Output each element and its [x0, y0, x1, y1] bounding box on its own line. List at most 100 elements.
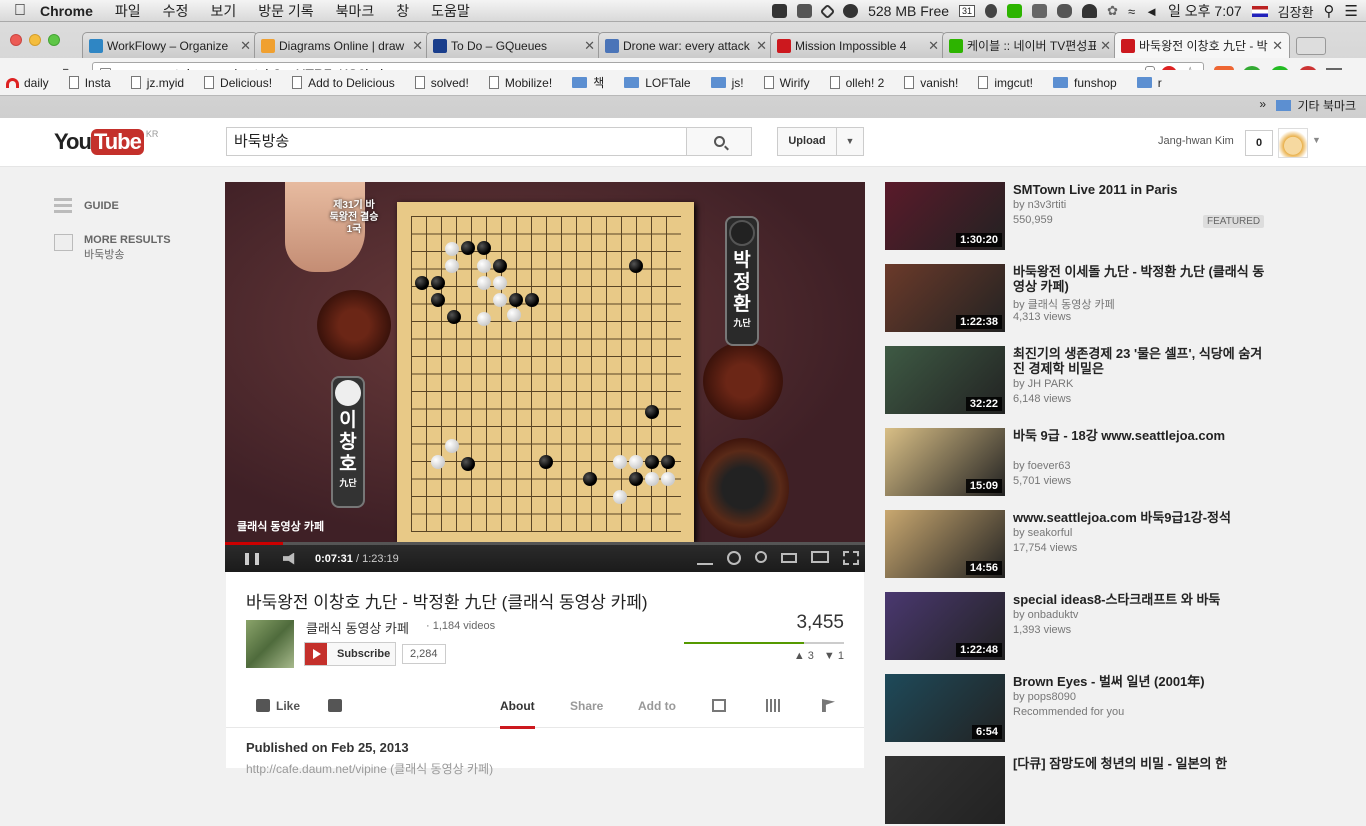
status-window-icon[interactable] — [797, 4, 813, 18]
channel-video-count[interactable]: · 1,184 videos — [426, 620, 495, 632]
menu-help[interactable]: 도움말 — [431, 1, 470, 21]
more-results-link[interactable]: MORE RESULTS 바둑방송 — [54, 234, 171, 262]
evernote-icon[interactable] — [1007, 4, 1023, 18]
menu-edit[interactable]: 수정 — [163, 1, 189, 21]
watch-later-icon[interactable] — [755, 551, 767, 563]
video-thumbnail[interactable]: 1:22:38 — [885, 264, 1005, 332]
tab-close-icon[interactable]: ✕ — [1100, 38, 1111, 54]
tab-close-icon[interactable]: ✕ — [756, 38, 767, 54]
volume-icon[interactable]: ◄ — [1145, 4, 1158, 19]
menu-window[interactable]: 창 — [396, 1, 409, 21]
memory-status[interactable]: 528 MB Free — [868, 3, 949, 19]
fullscreen-icon[interactable] — [843, 551, 859, 565]
related-video-item[interactable]: 1:22:48 special ideas8-스타크래프트 와 바둑 by onba… — [885, 592, 1285, 662]
related-video-title[interactable]: 바둑 9급 - 18강 www.seattlejoa.com — [1013, 428, 1273, 443]
related-video-channel[interactable]: by n3v3rtiti — [1013, 199, 1066, 211]
user-name[interactable]: 김장환 — [1278, 2, 1314, 21]
spotlight-icon[interactable]: ⚲ — [1324, 2, 1335, 20]
tab-close-icon[interactable]: ✕ — [240, 38, 251, 54]
account-chevron-down-icon[interactable]: ▼ — [1312, 135, 1321, 145]
related-video-item[interactable]: 32:22 최진기의 생존경제 23 '물은 셀프', 식당에 숨겨진 경제학 비… — [885, 346, 1285, 416]
google-drive-icon[interactable] — [819, 3, 836, 19]
tab-close-icon[interactable]: ✕ — [412, 38, 423, 54]
video-thumbnail[interactable] — [885, 756, 1005, 824]
bookmark-item[interactable]: Wirify — [763, 76, 810, 90]
video-thumbnail[interactable]: 14:56 — [885, 510, 1005, 578]
bookmark-item[interactable]: Insta — [68, 76, 111, 90]
bookmark-item[interactable]: r — [1136, 76, 1162, 90]
related-video-title[interactable]: 바둑왕전 이세돌 九단 - 박정환 九단 (클래식 동영상 카페) — [1013, 264, 1273, 294]
bookmark-item[interactable]: imgcut! — [978, 76, 1033, 90]
related-video-item[interactable]: 1:22:38 바둑왕전 이세돌 九단 - 박정환 九단 (클래식 동영상 카페)… — [885, 264, 1285, 334]
tab-current-video[interactable]: 바둑왕전 이창호 九단 - 박 ✕ — [1114, 32, 1290, 58]
related-video-channel[interactable]: by onbaduktv — [1013, 609, 1078, 621]
related-video-title[interactable]: special ideas8-스타크래프트 와 바둑 — [1013, 592, 1273, 607]
menu-app-name[interactable]: Chrome — [40, 3, 93, 19]
calendar-icon[interactable]: 31 — [959, 5, 976, 17]
video-frame[interactable]: 제31기 바둑왕전 결승 1국 박정환 九단 이창호 九단 클래식 동영상 카페 — [225, 182, 865, 542]
video-thumbnail[interactable]: 32:22 — [885, 346, 1005, 414]
tab-close-icon[interactable]: ✕ — [584, 38, 595, 54]
hat-icon[interactable] — [1082, 4, 1098, 18]
related-video-title[interactable]: Brown Eyes - 벌써 일년 (2001年) — [1013, 674, 1273, 689]
upload-dropdown-chevron-icon[interactable]: ▼ — [836, 127, 864, 156]
bookmark-item[interactable]: funshop — [1053, 76, 1117, 90]
video-thumbnail[interactable]: 15:09 — [885, 428, 1005, 496]
tab-share[interactable]: Share — [570, 699, 603, 713]
status-app-icon[interactable] — [772, 4, 788, 18]
other-bookmarks[interactable]: 기타 북마크 — [1276, 97, 1356, 114]
close-window-button[interactable] — [10, 34, 22, 46]
minimize-window-button[interactable] — [29, 34, 41, 46]
related-video-item[interactable]: 6:54 Brown Eyes - 벌써 일년 (2001年) by pops809… — [885, 674, 1285, 744]
related-video-channel[interactable]: by foever63 — [1013, 460, 1070, 472]
related-video-channel[interactable]: by pops8090 — [1013, 691, 1076, 703]
bookmark-item[interactable]: js! — [710, 76, 744, 90]
like-button[interactable]: Like — [256, 699, 300, 713]
tab-gqueues[interactable]: To Do – GQueues ✕ — [426, 32, 602, 58]
channel-avatar[interactable] — [246, 620, 294, 668]
upload-button[interactable]: Upload — [777, 127, 837, 156]
bookmark-item[interactable]: LOFTale — [624, 76, 691, 90]
related-video-channel[interactable]: by JH PARK — [1013, 378, 1073, 390]
channel-name-link[interactable]: 클래식 동영상 카페 — [306, 618, 409, 637]
flag-icon[interactable] — [1251, 5, 1268, 17]
youtube-logo[interactable]: You Tube KR — [54, 129, 158, 155]
search-input[interactable]: 바둑방송 — [226, 127, 687, 156]
account-name[interactable]: Jang-hwan Kim — [1158, 135, 1234, 147]
related-video-item[interactable]: 15:09 바둑 9급 - 18강 www.seattlejoa.com by fo… — [885, 428, 1285, 498]
video-thumbnail[interactable]: 1:22:48 — [885, 592, 1005, 660]
bookmark-item[interactable]: 책 — [572, 74, 604, 91]
tab-drone-war[interactable]: Drone war: every attack ✕ — [598, 32, 774, 58]
zoom-window-button[interactable] — [48, 34, 60, 46]
transcript-icon[interactable] — [712, 699, 726, 715]
menu-file[interactable]: 파일 — [115, 1, 141, 21]
bookmark-item[interactable]: solved! — [414, 76, 469, 90]
related-video-title[interactable]: www.seattlejoa.com 바둑9급1강-정석 — [1013, 510, 1273, 525]
related-video-item[interactable]: [다큐] 잠망도에 청년의 비밀 - 일본의 한 — [885, 756, 1285, 826]
tab-mission-impossible[interactable]: Mission Impossible 4 ✕ — [770, 32, 946, 58]
pause-icon[interactable] — [245, 552, 259, 565]
new-tab-button[interactable] — [1296, 37, 1326, 55]
related-video-item[interactable]: 14:56 www.seattlejoa.com 바둑9급1강-정석 by seak… — [885, 510, 1285, 580]
search-button[interactable] — [686, 127, 752, 156]
paw-icon[interactable] — [985, 4, 998, 18]
dislike-button[interactable] — [328, 699, 348, 713]
tab-close-icon[interactable]: ✕ — [1272, 38, 1283, 54]
captions-icon[interactable] — [697, 551, 713, 565]
tab-diagrams[interactable]: Diagrams Online | draw ✕ — [254, 32, 430, 58]
menu-bookmarks[interactable]: 북마크 — [336, 1, 375, 21]
related-video-channel[interactable]: by seakorful — [1013, 527, 1072, 539]
skype-icon[interactable] — [1057, 4, 1073, 18]
bluetooth-icon[interactable]: ✿ — [1107, 3, 1118, 19]
dropbox-icon[interactable] — [843, 4, 859, 18]
tab-about[interactable]: About — [500, 699, 535, 729]
avatar[interactable] — [1278, 128, 1308, 158]
bookmarks-overflow-button[interactable]: » — [1259, 97, 1266, 111]
settings-gear-icon[interactable] — [727, 551, 741, 565]
related-video-title[interactable]: [다큐] 잠망도에 청년의 비밀 - 일본의 한 — [1013, 756, 1273, 771]
video-thumbnail[interactable]: 1:30:20 — [885, 182, 1005, 250]
apple-icon[interactable]:  — [0, 2, 40, 20]
tab-close-icon[interactable]: ✕ — [928, 38, 939, 54]
bookmark-item[interactable]: Delicious! — [204, 76, 272, 90]
tab-naver-tv[interactable]: 케이블 :: 네이버 TV편성표 ✕ — [942, 32, 1118, 58]
